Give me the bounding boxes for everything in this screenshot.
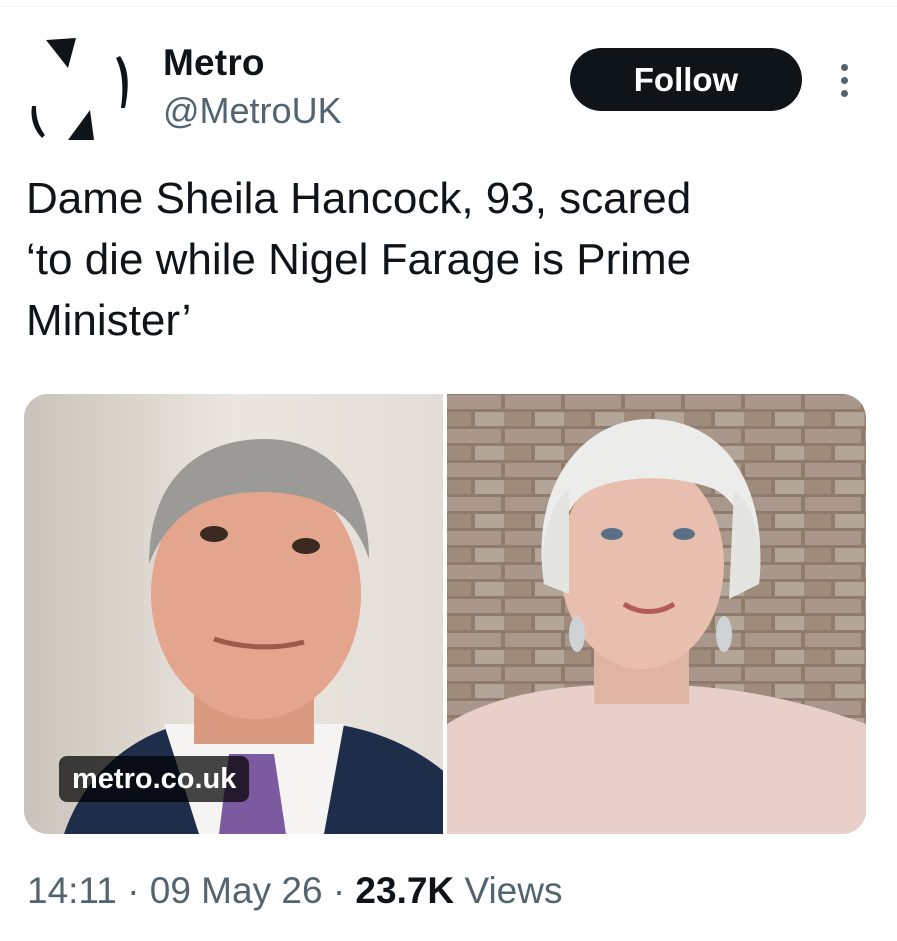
display-name[interactable]: Metro [163, 42, 265, 84]
views-count[interactable]: 23.7K [355, 870, 454, 911]
follow-button[interactable]: Follow [570, 48, 802, 111]
avatar[interactable] [24, 34, 136, 146]
metro-logo-icon [31, 38, 128, 140]
meta-separator: · [127, 870, 140, 911]
more-options-icon[interactable] [828, 58, 860, 102]
source-link-badge[interactable]: metro.co.uk [59, 756, 250, 802]
meta-separator: · [332, 870, 346, 911]
tweet-meta: 14:11 · 09 May 26 · 23.7K Views [27, 870, 562, 912]
views-label: Views [464, 870, 563, 911]
tweet-date[interactable]: 09 May 26 [150, 870, 323, 911]
more-dot [840, 89, 848, 97]
right-photo-woman [447, 394, 866, 834]
tweet-time[interactable]: 14:11 [27, 870, 117, 911]
tweet-text: Dame Sheila Hancock, 93, scared ‘to die … [26, 174, 692, 345]
more-dot [840, 76, 848, 84]
top-divider [0, 0, 897, 7]
more-dot [840, 63, 848, 71]
account-handle[interactable]: @MetroUK [163, 90, 342, 132]
